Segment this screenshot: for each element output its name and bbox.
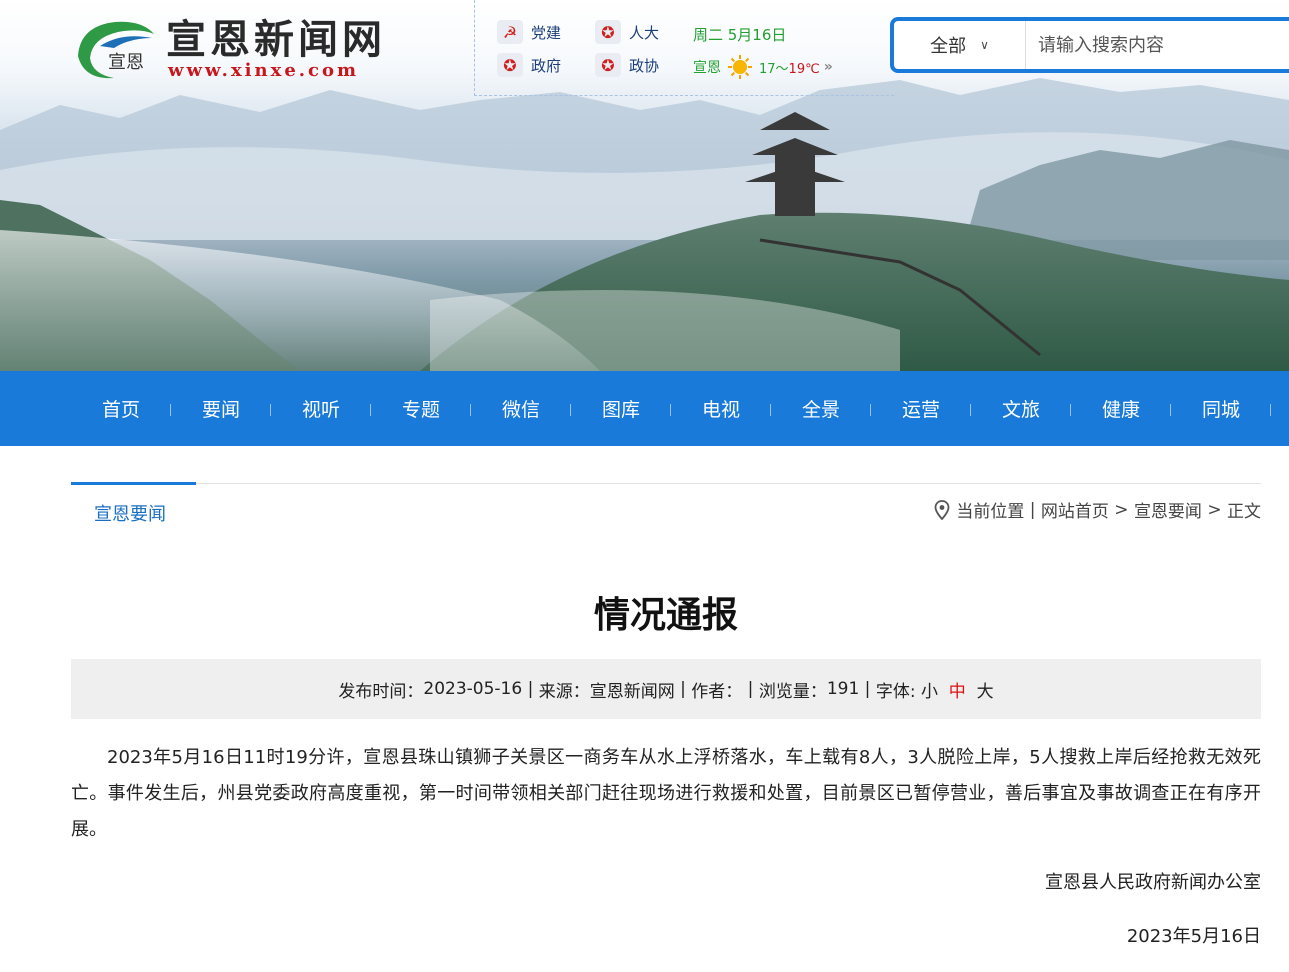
current-date: 周二 5月16日 [693,26,787,44]
source-value: 宣恩新闻网 [589,681,675,702]
article-title: 情况通报 [593,595,738,636]
view-count: 191 [826,679,860,699]
nav-item-topics[interactable]: 专题 [371,371,471,446]
location-pin-icon [934,499,950,520]
nav-item-health[interactable]: 健康 [1071,371,1171,446]
breadcrumb-separator: | [1024,499,1041,520]
section-header: 宣恩要闻 当前位置 | 网站首页 > 宣恩要闻 > 正文 [71,482,1261,527]
nav-item-tv[interactable]: 电视 [671,371,771,446]
breadcrumb: 当前位置 | 网站首页 > 宣恩要闻 > 正文 [934,497,1261,522]
quick-link-label: 政协 [629,56,660,75]
logo-url: www.xinxe.com [168,60,360,81]
quick-link-government[interactable]: ✪ 政府 [497,53,561,77]
article-sign-date: 2023年5月16日 [1126,926,1261,947]
breadcrumb-arrow: > [1108,499,1134,520]
nav-item-home[interactable]: 首页 [71,371,171,446]
article-meta-bar: 发布时间： 2023-05-16 | 来源： 宣恩新闻网 | 作者： | 浏览量： 1… [71,659,1261,719]
font-size-label: 字体: [875,681,921,702]
main-nav: 首页 要闻 视听 专题 微信 图库 电视 全景 运营 文旅 健康 同城 [0,371,1289,446]
quick-link-cppcc[interactable]: ✪ 政协 [595,53,659,77]
nav-item-gallery[interactable]: 图库 [571,371,671,446]
quick-link-npc[interactable]: ✪ 人大 [595,20,659,44]
breadcrumb-section-link[interactable]: 宣恩要闻 [1134,497,1202,522]
cppcc-emblem-icon: ✪ [595,53,621,77]
header-banner: 宣恩 宣恩新闻网 www.xinxe.com ☭ 党建 ✪ 人大 ✪ 政府 ✪ … [0,0,1289,371]
section-tab-indicator [71,482,196,485]
weather-widget[interactable]: 宣恩 17～19℃ » [693,54,833,80]
weather-city: 宣恩 [693,60,721,76]
national-emblem-icon: ✪ [595,20,621,44]
nav-item-news[interactable]: 要闻 [171,371,271,446]
breadcrumb-arrow: > [1201,499,1227,520]
site-logo[interactable]: 宣恩 宣恩新闻网 www.xinxe.com [70,14,400,84]
search-input[interactable] [1026,21,1289,69]
quick-links-panel: ☭ 党建 ✪ 人大 ✪ 政府 ✪ 政协 周二 5月16日 宣恩 17～19℃ » [474,0,894,96]
views-label: 浏览量： [758,681,827,702]
breadcrumb-prefix: 当前位置 [956,502,1025,522]
search-scope-select[interactable]: 全部 ∨ [894,21,1026,69]
article-signature: 宣恩县人民政府新闻办公室 [1045,872,1261,893]
sunny-icon [728,55,752,79]
svg-text:宣恩: 宣恩 [108,52,144,73]
article-body: 2023年5月16日11时19分许，宣恩县珠山镇狮子关景区一商务车从水上浮桥落水… [71,747,1261,840]
breadcrumb-current: 正文 [1227,502,1261,522]
logo-mark-icon: 宣恩 [78,21,154,79]
party-emblem-icon: ☭ [497,20,523,44]
section-title[interactable]: 宣恩要闻 [94,500,166,526]
temperature: 17～19℃ [759,61,820,77]
publish-time-label: 发布时间： [338,681,424,702]
source-label: 来源： [538,681,590,702]
chevron-down-icon: ∨ [980,38,989,52]
quick-link-label: 人大 [629,23,660,42]
breadcrumb-home-link[interactable]: 网站首页 [1041,497,1109,522]
font-size-medium-button[interactable]: 中 [949,677,966,702]
font-size-large-button[interactable]: 大 [977,677,994,702]
publish-date: 2023-05-16 [423,679,523,699]
nav-item-panorama[interactable]: 全景 [771,371,871,446]
search-scope-label: 全部 [930,36,967,57]
author-label: 作者： [691,681,743,702]
national-emblem-icon: ✪ [497,53,523,77]
nav-item-culture-tourism[interactable]: 文旅 [971,371,1071,446]
nav-item-wechat[interactable]: 微信 [471,371,571,446]
nav-item-local[interactable]: 同城 [1171,371,1271,446]
nav-item-media[interactable]: 视听 [271,371,371,446]
font-size-small-button[interactable]: 小 [921,677,938,702]
logo-title: 宣恩新闻网 [166,16,386,63]
quick-link-label: 党建 [531,23,562,42]
nav-item-operations[interactable]: 运营 [871,371,971,446]
quick-link-label: 政府 [531,56,562,75]
chevron-right-icon[interactable]: » [824,59,833,75]
quick-link-party[interactable]: ☭ 党建 [497,20,561,44]
search-bar: 全部 ∨ [890,17,1289,73]
